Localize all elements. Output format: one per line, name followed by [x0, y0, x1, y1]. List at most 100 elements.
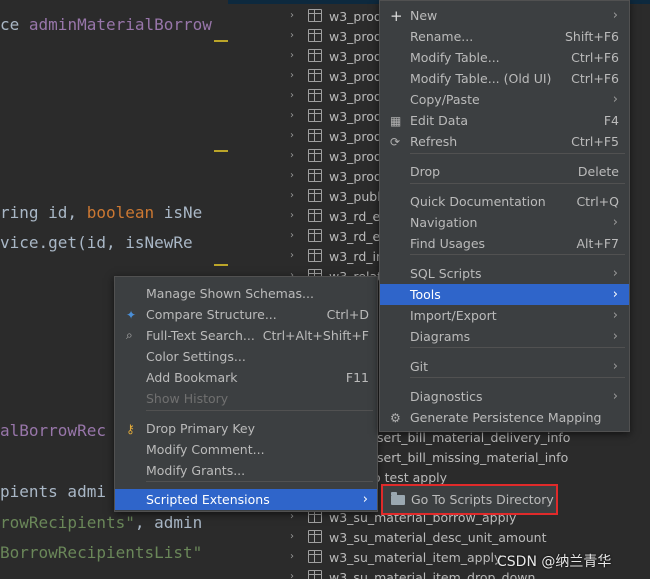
- menu-item-git[interactable]: Git ›: [380, 356, 629, 377]
- menu-item-drop[interactable]: Drop Delete: [380, 161, 629, 182]
- menu-item-new[interactable]: + New ›: [380, 5, 629, 26]
- menu-item-sql-scripts[interactable]: SQL Scripts ›: [380, 263, 629, 284]
- menu-item-label: Add Bookmark: [146, 370, 238, 385]
- table-icon: ▦: [390, 113, 402, 128]
- menu-item-copy-paste[interactable]: Copy/Paste ›: [380, 89, 629, 110]
- expand-arrow-icon[interactable]: ›: [290, 111, 298, 121]
- tree-item-label: w3_prod: [329, 28, 382, 44]
- tree-item-label: w3_su_material_desc_unit_amount: [329, 529, 547, 545]
- warning-underline: [214, 40, 228, 42]
- table-icon: [308, 149, 322, 162]
- chevron-right-icon: ›: [612, 308, 618, 323]
- menu-item-manage-shown-schemas[interactable]: Manage Shown Schemas...: [115, 283, 377, 304]
- menu-item-refresh[interactable]: ⟳ Refresh Ctrl+F5: [380, 131, 629, 152]
- menu-item-rename[interactable]: Rename... Shift+F6: [380, 26, 629, 47]
- menu-item-edit-data[interactable]: ▦ Edit Data F4: [380, 110, 629, 131]
- tree-item-label: w3_su_material_item_apply: [329, 549, 502, 565]
- menu-separator: [410, 183, 625, 184]
- menu-shortcut: Shift+F6: [564, 29, 619, 44]
- expand-arrow-icon[interactable]: ›: [290, 131, 298, 141]
- menu-item-tools[interactable]: Tools ›: [380, 284, 629, 305]
- table-icon: [308, 129, 322, 142]
- chevron-right-icon: ›: [612, 215, 618, 230]
- menu-item-label: Refresh: [410, 134, 458, 149]
- expand-arrow-icon[interactable]: ›: [290, 552, 298, 562]
- menu-item-label: Manage Shown Schemas...: [146, 286, 314, 301]
- expand-arrow-icon[interactable]: ›: [290, 532, 298, 542]
- menu-separator: [410, 347, 625, 348]
- menu-item-generate-persistence-mapping[interactable]: ⚙ Generate Persistence Mapping: [380, 407, 629, 428]
- menu-item-label: Rename...: [410, 29, 474, 44]
- go-to-scripts-label: Go To Scripts Directory: [411, 492, 554, 507]
- go-to-scripts-directory[interactable]: Go To Scripts Directory: [381, 484, 558, 515]
- expand-arrow-icon[interactable]: ›: [290, 191, 298, 201]
- menu-shortcut: Ctrl+F6: [571, 50, 619, 65]
- expand-arrow-icon[interactable]: ›: [290, 11, 298, 21]
- expand-arrow-icon[interactable]: ›: [290, 572, 298, 579]
- search-icon: ⌕: [126, 328, 133, 342]
- tree-row[interactable]: › w3_su_material_desc_unit_amount: [228, 527, 650, 547]
- expand-arrow-icon[interactable]: ›: [290, 31, 298, 41]
- menu-item-add-bookmark[interactable]: Add Bookmark F11: [115, 367, 377, 388]
- menu-shortcut: Ctrl+F6: [571, 71, 619, 86]
- menu-item-modify-table[interactable]: Modify Table... Ctrl+F6: [380, 47, 629, 68]
- menu-item-modify-table-old-ui[interactable]: Modify Table... (Old UI) Ctrl+F6: [380, 68, 629, 89]
- code-line: BorrowRecipientsList": [0, 543, 203, 562]
- expand-arrow-icon[interactable]: ›: [290, 71, 298, 81]
- menu-item-find-usages[interactable]: Find Usages Alt+F7: [380, 233, 629, 254]
- menu-shortcut: Ctrl+Q: [576, 194, 619, 209]
- menu-shortcut: Ctrl+F5: [571, 134, 619, 149]
- menu-item-label: Quick Documentation: [410, 194, 546, 209]
- menu-separator: [410, 254, 625, 255]
- tree-item-label: w3_rd_in: [329, 248, 384, 264]
- menu-item-quick-documentation[interactable]: Quick Documentation Ctrl+Q: [380, 191, 629, 212]
- expand-arrow-icon[interactable]: ›: [290, 512, 298, 522]
- menu-item-navigation[interactable]: Navigation ›: [380, 212, 629, 233]
- chevron-right-icon: ›: [612, 287, 618, 302]
- menu-item-drop-primary-key[interactable]: ⚷ Drop Primary Key: [115, 418, 377, 439]
- menu-item-label: Color Settings...: [146, 349, 246, 364]
- menu-item-color-settings[interactable]: Color Settings...: [115, 346, 377, 367]
- folder-icon: [391, 492, 405, 505]
- menu-item-diagnostics[interactable]: Diagnostics ›: [380, 386, 629, 407]
- menu-item-diagrams[interactable]: Diagrams ›: [380, 326, 629, 347]
- expand-arrow-icon[interactable]: ›: [290, 151, 298, 161]
- menu-item-compare-structure[interactable]: ✦ Compare Structure... Ctrl+D: [115, 304, 377, 325]
- menu-item-scripted-extensions[interactable]: Scripted Extensions ›: [115, 489, 377, 510]
- persistence-icon: ⚙: [390, 410, 401, 425]
- menu-item-modify-grants[interactable]: Modify Grants...: [115, 460, 377, 481]
- menu-item-import-export[interactable]: Import/Export ›: [380, 305, 629, 326]
- expand-arrow-icon[interactable]: ›: [290, 211, 298, 221]
- watermark: CSDN @纳兰青华: [497, 554, 612, 570]
- menu-item-modify-comment[interactable]: Modify Comment...: [115, 439, 377, 460]
- tree-item-label: w3_prod: [329, 88, 382, 104]
- tree-item-label: o test apply: [373, 469, 447, 485]
- menu-item-label: Compare Structure...: [146, 307, 277, 322]
- tree-item-label: w3_prod: [329, 148, 382, 164]
- menu-item-full-text-search[interactable]: ⌕ Full-Text Search... Ctrl+Alt+Shift+F: [115, 325, 377, 346]
- menu-item-label: Navigation: [410, 215, 478, 230]
- menu-item-label: Diagnostics: [410, 389, 483, 404]
- table-icon: [308, 209, 322, 222]
- expand-arrow-icon[interactable]: ›: [290, 91, 298, 101]
- menu-item-label: Edit Data: [410, 113, 469, 128]
- menu-separator: [146, 481, 373, 482]
- menu-shortcut: F11: [345, 370, 369, 385]
- expand-arrow-icon[interactable]: ›: [290, 51, 298, 61]
- tree-item-label: w3_prod: [329, 48, 382, 64]
- table-icon: [308, 9, 322, 22]
- warning-underline: [214, 150, 228, 152]
- table-icon: [308, 29, 322, 42]
- tree-item-label: w3_rd_er: [329, 208, 386, 224]
- expand-arrow-icon[interactable]: ›: [290, 251, 298, 261]
- menu-item-label: Modify Grants...: [146, 463, 246, 478]
- menu-shortcut: F4: [603, 113, 619, 128]
- table-icon: [308, 530, 322, 543]
- menu-item-label: SQL Scripts: [410, 266, 482, 281]
- key-icon: ⚷: [126, 421, 135, 436]
- expand-arrow-icon[interactable]: ›: [290, 171, 298, 181]
- menu-item-label: Import/Export: [410, 308, 497, 323]
- expand-arrow-icon[interactable]: ›: [290, 231, 298, 241]
- menu-separator: [410, 377, 625, 378]
- table-icon: [308, 109, 322, 122]
